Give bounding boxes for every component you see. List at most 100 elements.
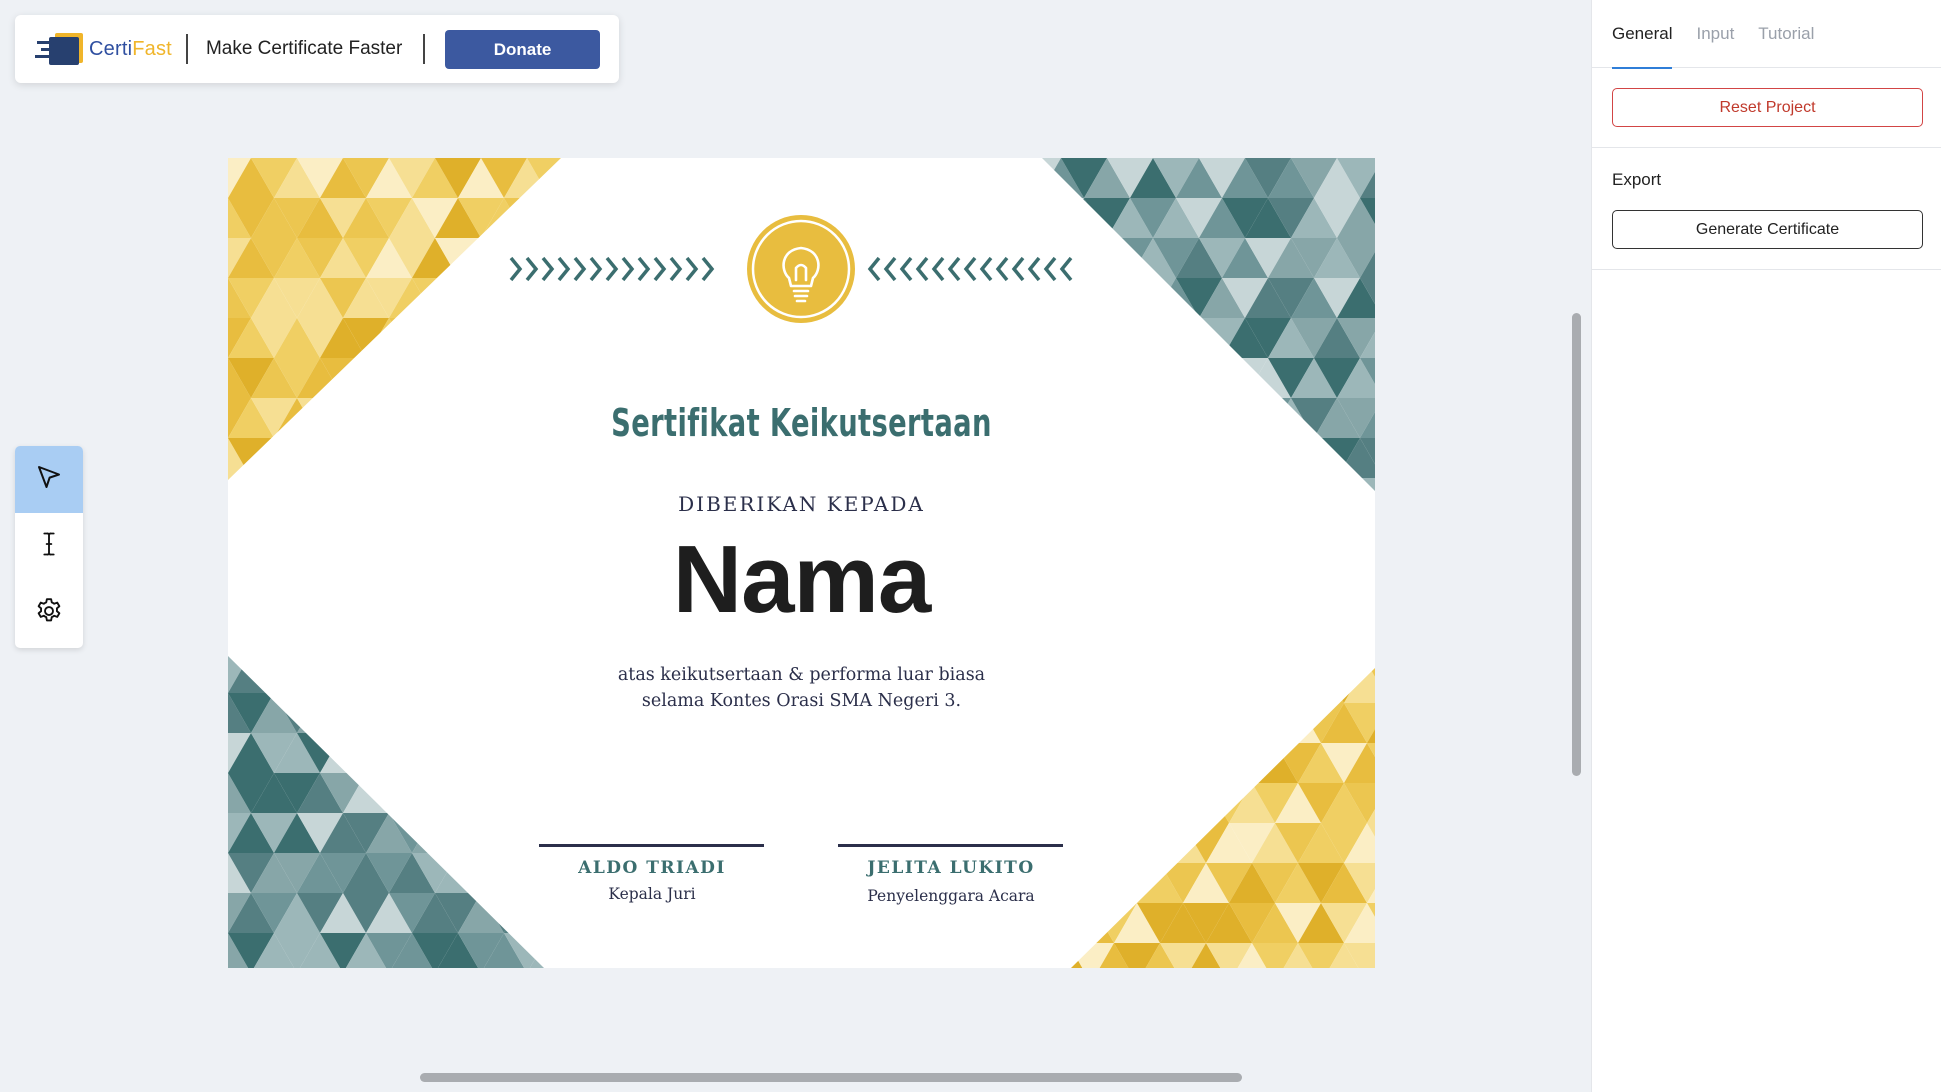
chevron-ornament bbox=[931, 256, 945, 282]
pattern-triangle bbox=[550, 238, 561, 278]
pattern-triangle bbox=[550, 318, 561, 358]
certificate-given-to[interactable]: DIBERIKAN KEPADA bbox=[228, 492, 1375, 516]
pattern-triangle bbox=[1245, 398, 1291, 438]
pattern-triangle bbox=[343, 438, 389, 478]
chevron-ornament bbox=[541, 256, 555, 282]
pattern-triangle bbox=[435, 278, 481, 318]
certificate-canvas[interactable]: Sertifikat Keikutsertaan DIBERIKAN KEPAD… bbox=[228, 158, 1375, 968]
pattern-triangle bbox=[527, 318, 561, 358]
chevron-ornament bbox=[701, 256, 715, 282]
pattern-triangle bbox=[596, 158, 642, 198]
pattern-triangle bbox=[1268, 438, 1314, 478]
settings-tool-button[interactable] bbox=[15, 580, 83, 647]
pattern-triangle bbox=[481, 773, 527, 813]
pattern-triangle bbox=[642, 278, 688, 318]
tab-tutorial[interactable]: Tutorial bbox=[1758, 0, 1814, 68]
pattern-triangle bbox=[1199, 358, 1245, 398]
pattern-triangle bbox=[412, 733, 458, 773]
pattern-triangle bbox=[550, 358, 561, 398]
pattern-triangle bbox=[1042, 318, 1061, 358]
pattern-triangle bbox=[504, 733, 544, 773]
pattern-triangle bbox=[527, 278, 561, 318]
chevron-ornament bbox=[995, 256, 1009, 282]
pattern-triangle bbox=[412, 773, 458, 813]
pattern-triangle bbox=[343, 733, 389, 773]
text-cursor-icon bbox=[35, 529, 63, 564]
pattern-triangle bbox=[504, 198, 550, 238]
pattern-triangle bbox=[1084, 278, 1130, 318]
pattern-triangle bbox=[573, 813, 619, 853]
pattern-triangle bbox=[992, 158, 1038, 198]
pattern-triangle bbox=[481, 318, 527, 358]
signature-role-1[interactable]: Kepala Juri bbox=[522, 885, 782, 903]
pattern-triangle bbox=[1130, 358, 1176, 398]
pattern-triangle bbox=[550, 933, 596, 968]
pattern-triangle bbox=[1130, 278, 1176, 318]
pattern-triangle bbox=[389, 733, 435, 773]
pattern-triangle bbox=[343, 398, 389, 438]
pattern-triangle bbox=[435, 358, 481, 398]
certificate-title[interactable]: Sertifikat Keikutsertaan bbox=[389, 401, 1215, 445]
pattern-triangle bbox=[1107, 278, 1153, 318]
top-bar: CertiFast Make Certificate Faster Donate bbox=[15, 15, 619, 83]
chevron-ornament bbox=[883, 256, 897, 282]
signature-line bbox=[539, 844, 764, 847]
chevron-ornament bbox=[605, 256, 619, 282]
pattern-triangle bbox=[550, 198, 561, 238]
pattern-triangle bbox=[1160, 783, 1206, 823]
certificate-recipient-name[interactable]: Nama bbox=[228, 525, 1375, 635]
chevron-ornament bbox=[557, 256, 571, 282]
pattern-triangle bbox=[573, 318, 619, 358]
pattern-triangle bbox=[1071, 783, 1091, 823]
chevron-ornament bbox=[947, 256, 961, 282]
tab-general[interactable]: General bbox=[1612, 0, 1673, 69]
vertical-scrollbar[interactable] bbox=[1572, 313, 1581, 776]
pattern-triangle bbox=[389, 358, 435, 398]
chevron-ornament bbox=[509, 256, 523, 282]
pattern-triangle bbox=[1061, 358, 1107, 398]
pattern-triangle bbox=[527, 933, 544, 968]
pattern-triangle bbox=[412, 318, 458, 358]
pattern-triangle bbox=[481, 238, 527, 278]
pattern-triangle bbox=[1114, 823, 1160, 863]
pattern-triangle bbox=[504, 813, 544, 853]
pattern-triangle bbox=[1183, 743, 1229, 783]
pattern-triangle bbox=[1130, 318, 1176, 358]
pattern-triangle bbox=[504, 318, 550, 358]
certificate-description[interactable]: atas keikutsertaan & performa luar biasa… bbox=[228, 662, 1375, 714]
pattern-triangle bbox=[596, 238, 642, 278]
pattern-triangle bbox=[619, 158, 665, 198]
chevron-ornament bbox=[669, 256, 683, 282]
donate-button[interactable]: Donate bbox=[445, 30, 600, 69]
signature-role-2[interactable]: Penyelenggara Acara bbox=[821, 887, 1081, 905]
pattern-triangle bbox=[320, 733, 366, 773]
pattern-triangle bbox=[1091, 823, 1137, 863]
reset-project-button[interactable]: Reset Project bbox=[1612, 88, 1923, 127]
generate-certificate-button[interactable]: Generate Certificate bbox=[1612, 210, 1923, 249]
pattern-triangle bbox=[992, 318, 1038, 358]
pattern-triangle bbox=[573, 358, 619, 398]
pattern-triangle bbox=[1042, 158, 1061, 198]
select-tool-button[interactable] bbox=[15, 446, 83, 513]
horizontal-scrollbar[interactable] bbox=[420, 1073, 1242, 1082]
pattern-triangle bbox=[504, 358, 550, 398]
pattern-triangle bbox=[481, 733, 527, 773]
pattern-triangle bbox=[527, 198, 561, 238]
pattern-triangle bbox=[1114, 743, 1160, 783]
tab-input[interactable]: Input bbox=[1696, 0, 1734, 68]
pattern-triangle bbox=[458, 318, 504, 358]
signature-name-1[interactable]: ALDO TRIADI bbox=[522, 858, 782, 878]
pattern-triangle bbox=[642, 358, 688, 398]
pattern-triangle bbox=[1107, 358, 1153, 398]
signature-name-2[interactable]: JELITA LUKITO bbox=[821, 858, 1081, 878]
pattern-triangle bbox=[297, 438, 343, 478]
canvas-area[interactable]: CertiFast Make Certificate Faster Donate bbox=[0, 0, 1591, 1092]
pattern-triangle bbox=[1091, 783, 1137, 823]
pattern-triangle bbox=[596, 198, 642, 238]
pattern-triangle bbox=[1061, 278, 1107, 318]
chevron-ornament bbox=[867, 256, 881, 282]
pattern-triangle bbox=[1022, 743, 1068, 783]
pattern-triangle bbox=[435, 318, 481, 358]
pattern-triangle bbox=[527, 813, 544, 853]
text-tool-button[interactable] bbox=[15, 513, 83, 580]
